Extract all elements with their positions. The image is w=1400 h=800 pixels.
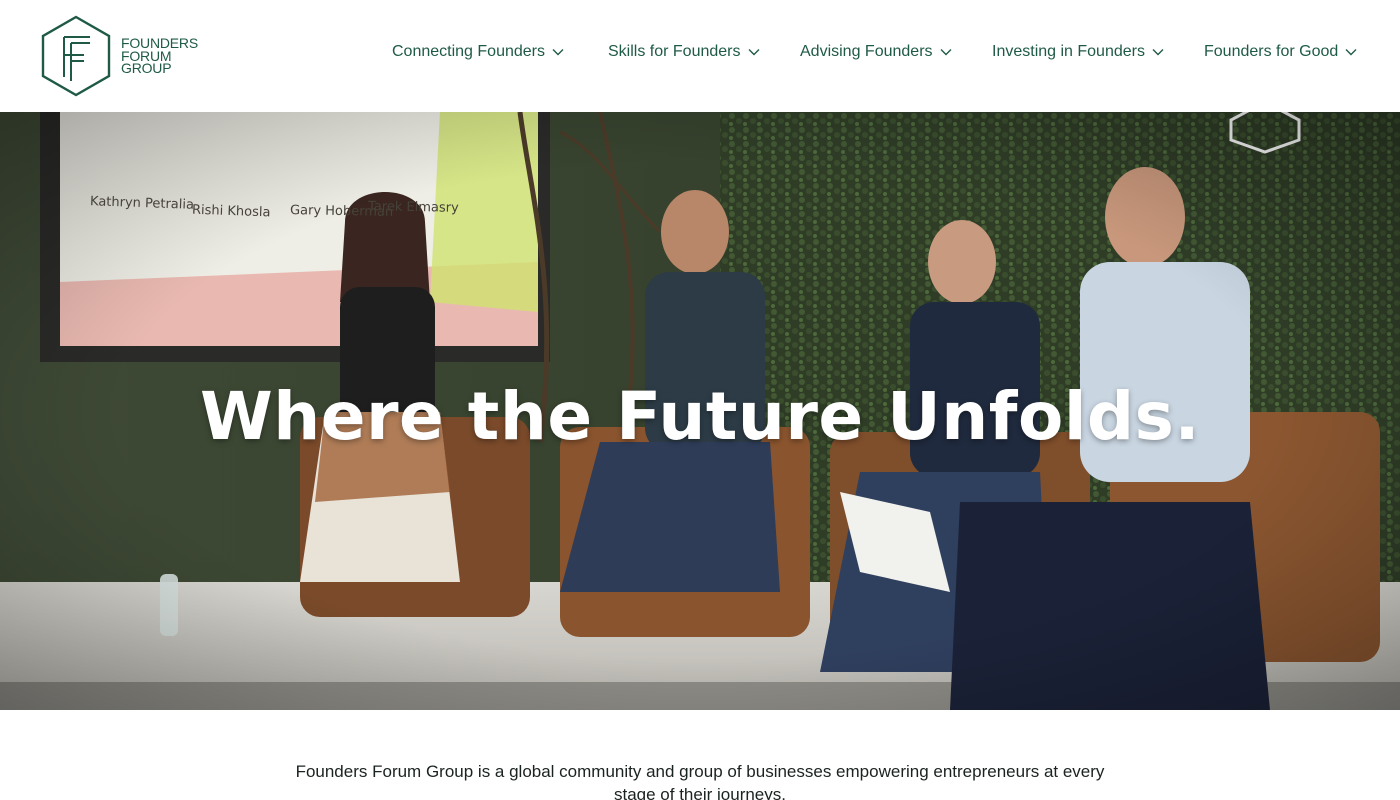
chevron-down-icon	[1345, 49, 1357, 56]
intro-text: Founders Forum Group is a global communi…	[295, 762, 1105, 800]
chevron-down-icon	[1152, 49, 1164, 56]
screen-name-label: Rishi Khosla	[191, 202, 271, 221]
nav-item-investing-in-founders[interactable]: Investing in Founders	[992, 40, 1164, 64]
nav-item-label: Founders for Good	[1204, 43, 1339, 60]
screen-name-label: Tarek Elmasry	[367, 199, 459, 216]
chevron-down-icon	[552, 49, 564, 56]
nav-item-label: Connecting Founders	[392, 43, 545, 60]
site-header: FOUNDERS FORUM GROUP Connecting Founders…	[0, 0, 1400, 112]
nav-item-founders-for-good[interactable]: Founders for Good	[1204, 40, 1357, 64]
main-nav: Connecting Founders Skills for Founders …	[0, 0, 1400, 104]
hero-banner: Kathryn Petralia Rishi Khosla Gary Hober…	[0, 112, 1400, 710]
nav-item-label: Advising Founders	[800, 43, 933, 60]
nav-item-label: Investing in Founders	[992, 43, 1145, 60]
nav-item-advising-founders[interactable]: Advising Founders	[800, 40, 952, 64]
hero-title: Where the Future Unfolds.	[199, 378, 1201, 455]
nav-item-connecting-founders[interactable]: Connecting Founders	[392, 40, 564, 64]
chevron-down-icon	[940, 49, 952, 56]
nav-item-label: Skills for Founders	[608, 43, 741, 60]
chevron-down-icon	[748, 49, 759, 56]
nav-item-skills-for-founders[interactable]: Skills for Founders	[608, 40, 760, 64]
